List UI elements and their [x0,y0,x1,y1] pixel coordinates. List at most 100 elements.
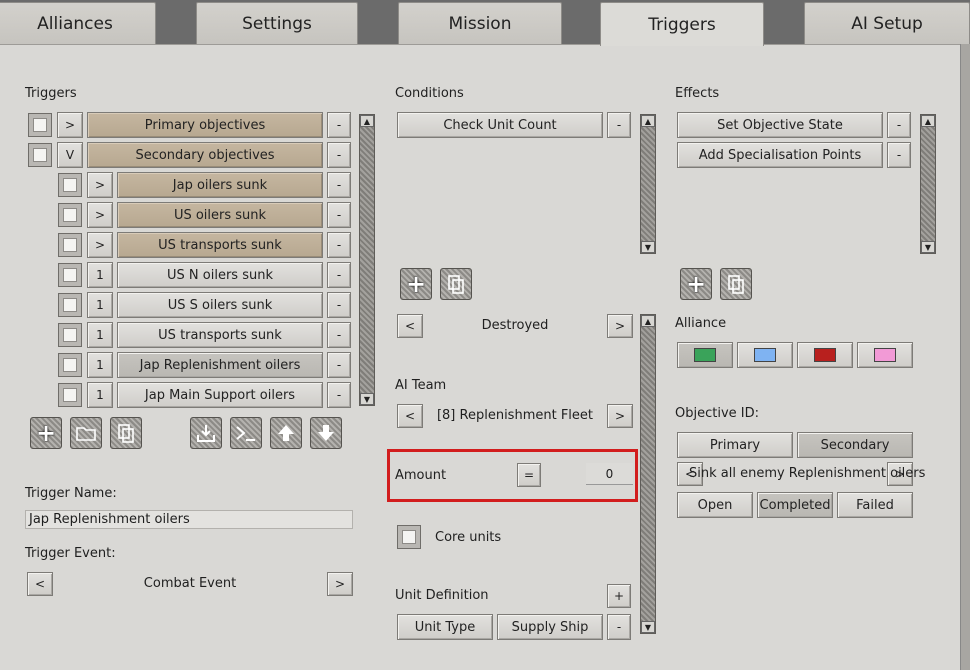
state-completed-button[interactable]: Completed [757,492,833,518]
tab-settings[interactable]: Settings [196,2,358,44]
alliance-color-button[interactable] [677,342,733,368]
add-trigger-button[interactable]: + [30,417,62,449]
scroll-up-icon[interactable]: ▲ [641,115,655,127]
ai-team-next[interactable]: > [607,404,633,428]
trigger-remove-button[interactable]: - [327,382,351,408]
trigger-item[interactable]: US N oilers sunk [117,262,323,288]
tab-ai-setup[interactable]: AI Setup [804,2,970,44]
trigger-item[interactable]: US transports sunk [117,232,323,258]
trigger-event-prev[interactable]: < [27,572,53,596]
move-down-button[interactable] [310,417,342,449]
unit-definition-add[interactable]: + [607,584,631,608]
effect-remove-1[interactable]: - [887,142,911,168]
alliance-color-button[interactable] [797,342,853,368]
condition-detail-scrollbar[interactable]: ▲ ▼ [640,314,656,634]
move-up-button[interactable] [270,417,302,449]
trigger-remove-button[interactable]: - [327,322,351,348]
effect-item-0[interactable]: Set Objective State [677,112,883,138]
tab-mission[interactable]: Mission [398,2,562,44]
trigger-item[interactable]: Jap Main Support oilers [117,382,323,408]
core-units-checkbox[interactable] [397,525,421,549]
unit-type-button[interactable]: Unit Type [397,614,493,640]
secondary-button[interactable]: Secondary [797,432,913,458]
trigger-expand-toggle[interactable]: 1 [87,262,113,288]
trigger-item[interactable]: Secondary objectives [87,142,323,168]
trigger-checkbox[interactable] [58,323,82,347]
effect-item-1[interactable]: Add Specialisation Points [677,142,883,168]
trigger-expand-toggle[interactable]: 1 [87,292,113,318]
trigger-remove-button[interactable]: - [327,112,351,138]
ai-team-prev[interactable]: < [397,404,423,428]
trigger-expand-toggle[interactable]: > [87,202,113,228]
trigger-expand-toggle[interactable]: 1 [87,382,113,408]
trigger-checkbox[interactable] [58,383,82,407]
copy-effect-button[interactable] [720,268,752,300]
scroll-up-icon[interactable]: ▲ [921,115,935,127]
copy-condition-button[interactable] [440,268,472,300]
arrow-down-icon [318,425,334,441]
trigger-expand-toggle[interactable]: > [87,232,113,258]
destroyed-next[interactable]: > [607,314,633,338]
trigger-expand-toggle[interactable]: > [87,172,113,198]
trigger-expand-toggle[interactable]: 1 [87,322,113,348]
triggers-scrollbar[interactable]: ▲ ▼ [359,114,375,406]
scroll-up-icon[interactable]: ▲ [360,115,374,127]
trigger-item[interactable]: Jap oilers sunk [117,172,323,198]
trigger-remove-button[interactable]: - [327,142,351,168]
trigger-remove-button[interactable]: - [327,232,351,258]
conditions-scrollbar[interactable]: ▲ ▼ [640,114,656,254]
alliance-color-button[interactable] [737,342,793,368]
scroll-down-icon[interactable]: ▼ [921,241,935,253]
trigger-item[interactable]: US S oilers sunk [117,292,323,318]
scroll-up-icon[interactable]: ▲ [641,315,655,327]
copy-icon [448,275,464,294]
trigger-checkbox[interactable] [58,233,82,257]
trigger-remove-button[interactable]: - [327,352,351,378]
unit-type-remove[interactable]: - [607,614,631,640]
add-condition-button[interactable]: + [400,268,432,300]
trigger-item[interactable]: Jap Replenishment oilers [117,352,323,378]
copy-trigger-button[interactable] [110,417,142,449]
tab-alliances[interactable]: Alliances [0,2,156,44]
condition-item[interactable]: Check Unit Count [397,112,603,138]
state-failed-button[interactable]: Failed [837,492,913,518]
trigger-checkbox[interactable] [58,293,82,317]
scroll-down-icon[interactable]: ▼ [641,621,655,633]
trigger-remove-button[interactable]: - [327,202,351,228]
scroll-down-icon[interactable]: ▼ [360,393,374,405]
folder-button[interactable] [70,417,102,449]
trigger-remove-button[interactable]: - [327,172,351,198]
console-button[interactable] [230,417,262,449]
trigger-expand-toggle[interactable]: 1 [87,352,113,378]
primary-button[interactable]: Primary [677,432,793,458]
add-effect-button[interactable]: + [680,268,712,300]
alliance-color-button[interactable] [857,342,913,368]
trigger-checkbox[interactable] [58,173,82,197]
import-button[interactable] [190,417,222,449]
scroll-down-icon[interactable]: ▼ [641,241,655,253]
right-edge [960,44,970,670]
trigger-item[interactable]: US transports sunk [117,322,323,348]
trigger-remove-button[interactable]: - [327,262,351,288]
trigger-checkbox[interactable] [58,203,82,227]
trigger-remove-button[interactable]: - [327,292,351,318]
state-open-button[interactable]: Open [677,492,753,518]
plus-icon: + [685,270,707,298]
trigger-event-label: Trigger Event: [25,546,116,561]
destroyed-prev[interactable]: < [397,314,423,338]
condition-remove-button[interactable]: - [607,112,631,138]
tab-triggers[interactable]: Triggers [600,2,764,46]
trigger-item[interactable]: Primary objectives [87,112,323,138]
trigger-checkbox[interactable] [58,263,82,287]
trigger-item[interactable]: US oilers sunk [117,202,323,228]
trigger-checkbox[interactable] [28,113,52,137]
trigger-expand-toggle[interactable]: > [57,112,83,138]
unit-type-value[interactable]: Supply Ship [497,614,603,640]
trigger-checkbox[interactable] [28,143,52,167]
trigger-event-next[interactable]: > [327,572,353,596]
trigger-expand-toggle[interactable]: V [57,142,83,168]
effects-scrollbar[interactable]: ▲ ▼ [920,114,936,254]
trigger-checkbox[interactable] [58,353,82,377]
effect-remove-0[interactable]: - [887,112,911,138]
trigger-name-field[interactable]: Jap Replenishment oilers [25,510,353,529]
